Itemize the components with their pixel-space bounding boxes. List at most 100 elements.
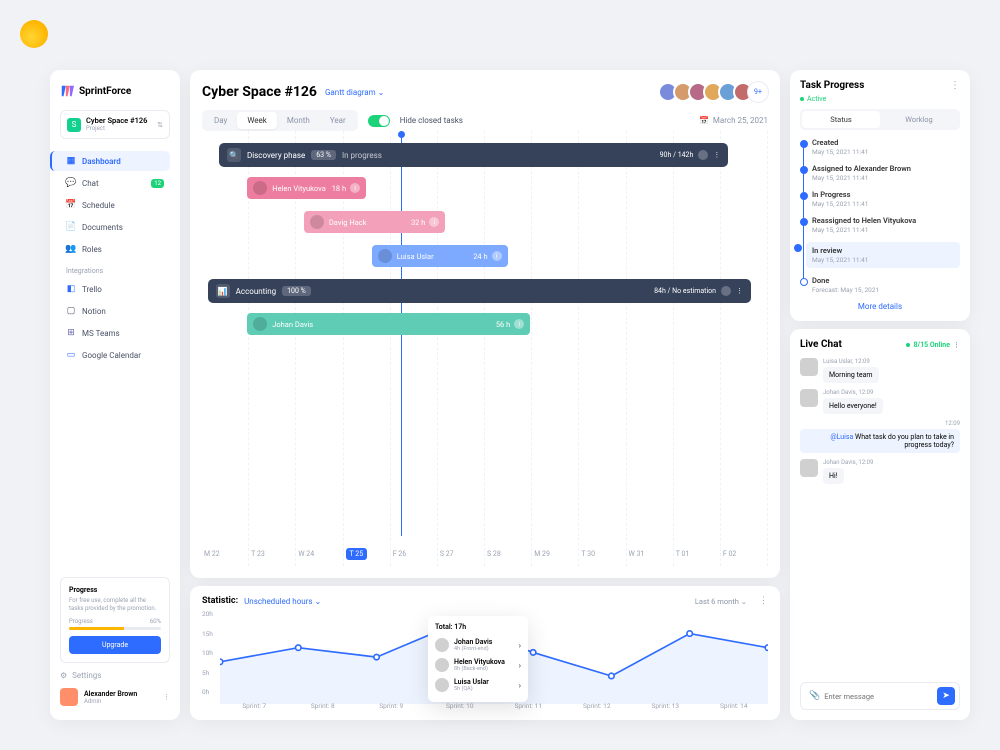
toolbar: Day Week Month Year Hide closed tasks 📅M… <box>202 110 768 131</box>
document-icon: 📄 <box>66 222 76 232</box>
panel-title: Task Progress <box>800 80 864 91</box>
collaborators: 9+ <box>663 82 768 102</box>
seg-month[interactable]: Month <box>277 112 320 129</box>
sidebar: SprintForce S Cyber Space #126 Project ⇅… <box>50 70 180 720</box>
gantt-phase[interactable]: 🔍 Discovery phase 63 % In progress 90h /… <box>219 143 728 167</box>
online-status: 8/15 Online <box>913 341 950 349</box>
avatar <box>253 181 267 195</box>
gantt-task[interactable]: Johan Davis56 hi <box>247 313 530 335</box>
tooltip-row[interactable]: Johan Davis4h (Front-end)› <box>435 635 521 655</box>
nav-notion[interactable]: ▢Notion <box>60 301 170 321</box>
search-icon: 🔍 <box>227 148 241 162</box>
date-axis: M 22T 23W 24T 25F 26S 27S 28M 29T 30W 31… <box>202 550 768 558</box>
nav-documents[interactable]: 📄Documents <box>60 217 170 237</box>
upgrade-progressbar <box>69 627 161 630</box>
chat-badge: 12 <box>151 179 164 188</box>
gantt-task[interactable]: Helen Vityukova18 hi <box>247 177 366 199</box>
panel-title: Live Chat <box>800 339 842 350</box>
msteams-icon: ⊞ <box>66 328 76 338</box>
chevron-right-icon: › <box>519 661 521 670</box>
attachment-icon[interactable]: 📎 <box>805 691 824 701</box>
avatar <box>435 638 449 652</box>
roles-icon: 👥 <box>66 244 76 254</box>
gantt-task[interactable]: Luisa Uslar24 hi <box>372 245 508 267</box>
more-icon[interactable]: ⋮ <box>950 80 960 91</box>
nav-schedule[interactable]: 📅Schedule <box>60 195 170 215</box>
nav-roles[interactable]: 👥Roles <box>60 239 170 259</box>
upgrade-button[interactable]: Upgrade <box>69 636 161 654</box>
upgrade-desc: For free use, complete all the tasks pro… <box>69 597 161 613</box>
gear-icon: ⚙ <box>60 671 67 680</box>
chat-input[interactable] <box>824 692 937 701</box>
view-selector[interactable]: Gantt diagram ⌄ <box>325 88 384 97</box>
chart-tooltip: Total: 17h Johan Davis4h (Front-end)› He… <box>428 616 528 702</box>
gantt-chart: 🔍 Discovery phase 63 % In progress 90h /… <box>202 131 768 566</box>
more-details-button[interactable]: More details <box>800 302 960 311</box>
integrations-label: Integrations <box>60 267 170 275</box>
date-picker[interactable]: 📅March 25, 2021 <box>699 116 768 125</box>
avatar-more[interactable]: 9+ <box>748 82 768 102</box>
nav-gcal[interactable]: ▭Google Calendar <box>60 345 170 365</box>
tab-status[interactable]: Status <box>802 111 880 128</box>
gantt-task[interactable]: Davig Hack32 hi <box>304 211 446 233</box>
nav-main: ▦Dashboard 💬Chat12 📅Schedule 📄Documents … <box>60 151 170 367</box>
user-role: Admin <box>84 698 137 705</box>
clock-icon <box>698 150 708 160</box>
dashboard-icon: ▦ <box>66 156 76 166</box>
calendar-icon: 📅 <box>699 116 709 125</box>
live-chat-panel: Live Chat8/15 Online ⋮ Luisa Uslar, 12:0… <box>790 329 970 720</box>
info-icon: i <box>350 183 360 193</box>
status-badge: Active <box>800 95 960 103</box>
brand: SprintForce <box>60 84 170 98</box>
tooltip-row[interactable]: Luisa Uslar5h (QA)› <box>435 675 521 695</box>
nav-dashboard[interactable]: ▦Dashboard <box>50 151 170 171</box>
more-icon[interactable]: ⋮ <box>736 287 743 295</box>
more-icon[interactable]: ⋮ <box>953 341 960 349</box>
avatar <box>60 688 78 706</box>
hide-closed-toggle[interactable] <box>368 115 390 127</box>
avatar <box>310 215 324 229</box>
tooltip-row[interactable]: Helen Vityukova8h (Back-end)› <box>435 655 521 675</box>
nav-trello[interactable]: ◧Trello <box>60 279 170 299</box>
chat-icon: 💬 <box>66 178 76 188</box>
calendar-icon: 📅 <box>66 200 76 210</box>
chevron-right-icon: › <box>519 681 521 690</box>
more-icon[interactable]: ⋮ <box>163 693 170 701</box>
more-icon[interactable]: ⋮ <box>759 596 768 606</box>
project-name: Cyber Space #126 <box>86 117 147 125</box>
nav-msteams[interactable]: ⊞MS Teams <box>60 323 170 343</box>
task-progress-panel: Task Progress ⋮ Active Status Worklog Cre… <box>790 70 970 321</box>
avatar <box>378 249 392 263</box>
seg-week[interactable]: Week <box>237 112 277 129</box>
seg-year[interactable]: Year <box>320 112 356 129</box>
chevron-right-icon: › <box>519 641 521 650</box>
user-name: Alexander Brown <box>84 690 137 698</box>
project-selector[interactable]: S Cyber Space #126 Project ⇅ <box>60 110 170 139</box>
stat-metric-dropdown[interactable]: Unscheduled hours ⌄ <box>244 597 321 606</box>
brand-logo <box>20 20 48 48</box>
brand-name: SprintForce <box>79 86 131 97</box>
statistic-panel: Statistic: Unscheduled hours ⌄ Last 6 mo… <box>190 586 780 720</box>
gantt-phase[interactable]: 📊 Accounting 100 % 84h / No estimation⋮ <box>208 279 751 303</box>
accounting-icon: 📊 <box>216 284 230 298</box>
info-icon: i <box>429 217 439 227</box>
info-icon: i <box>492 251 502 261</box>
avatar <box>435 678 449 692</box>
main-panel: Cyber Space #126 Gantt diagram ⌄ 9+ Day … <box>190 70 780 578</box>
nav-chat[interactable]: 💬Chat12 <box>60 173 170 193</box>
user-block[interactable]: Alexander BrownAdmin ⋮ <box>60 688 170 706</box>
avatar <box>253 317 267 331</box>
project-sub: Project <box>86 125 147 132</box>
settings-link[interactable]: ⚙Settings <box>60 671 170 680</box>
send-button[interactable]: ➤ <box>937 687 955 705</box>
notion-icon: ▢ <box>66 306 76 316</box>
toggle-label: Hide closed tasks <box>400 116 463 125</box>
seg-day[interactable]: Day <box>204 112 237 129</box>
avatar <box>435 658 449 672</box>
stat-range-dropdown[interactable]: Last 6 month ⌄ <box>695 597 747 606</box>
tab-worklog[interactable]: Worklog <box>880 111 958 128</box>
timeline: CreatedMay 15, 2021 11:41Assigned to Ale… <box>800 138 960 294</box>
timeframe-segment: Day Week Month Year <box>202 110 358 131</box>
trello-icon: ◧ <box>66 284 76 294</box>
more-icon[interactable]: ⋮ <box>713 151 720 159</box>
